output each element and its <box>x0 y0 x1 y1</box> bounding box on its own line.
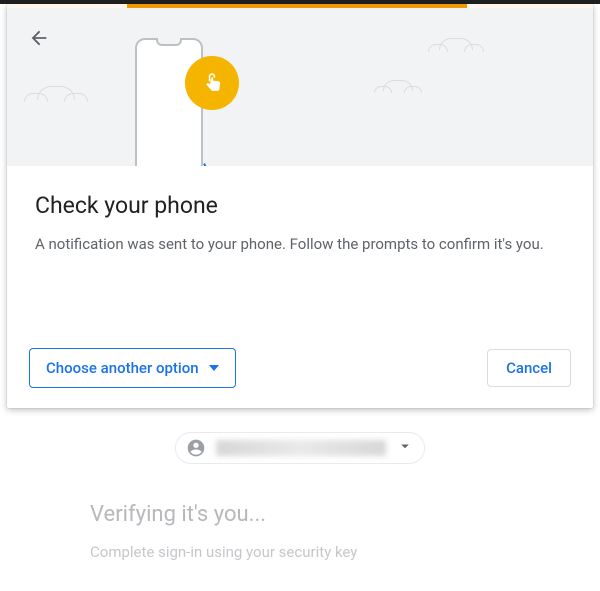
check-phone-dialog: Check your phone A notification was sent… <box>7 4 593 408</box>
cancel-button[interactable]: Cancel <box>487 349 571 387</box>
dialog-title: Check your phone <box>35 192 565 219</box>
account-email-redacted <box>216 440 386 456</box>
phone-notch <box>156 38 182 46</box>
loading-arc-icon <box>181 156 209 166</box>
cloud-icon <box>439 38 473 50</box>
verifying-subtext: Complete sign-in using your security key <box>90 543 600 561</box>
touch-icon <box>199 70 225 96</box>
chevron-down-icon <box>396 437 414 459</box>
cloud-icon <box>37 86 75 100</box>
verifying-heading: Verifying it's you... <box>90 502 600 527</box>
dialog-hero <box>7 8 593 166</box>
choose-another-option-label: Choose another option <box>46 359 199 377</box>
arrow-back-icon <box>28 27 50 49</box>
choose-another-option-button[interactable]: Choose another option <box>29 348 236 388</box>
account-chip[interactable] <box>175 432 425 464</box>
dialog-description: A notification was sent to your phone. F… <box>35 233 565 256</box>
dialog-body: Check your phone A notification was sent… <box>7 166 593 276</box>
dialog-actions: Choose another option Cancel <box>29 348 571 388</box>
dropdown-triangle-icon <box>209 365 219 371</box>
tap-badge <box>185 56 239 110</box>
page-background: Verifying it's you... Complete sign-in u… <box>0 4 600 591</box>
cloud-icon <box>383 80 413 91</box>
back-button[interactable] <box>23 22 55 54</box>
account-circle-icon <box>186 438 206 458</box>
